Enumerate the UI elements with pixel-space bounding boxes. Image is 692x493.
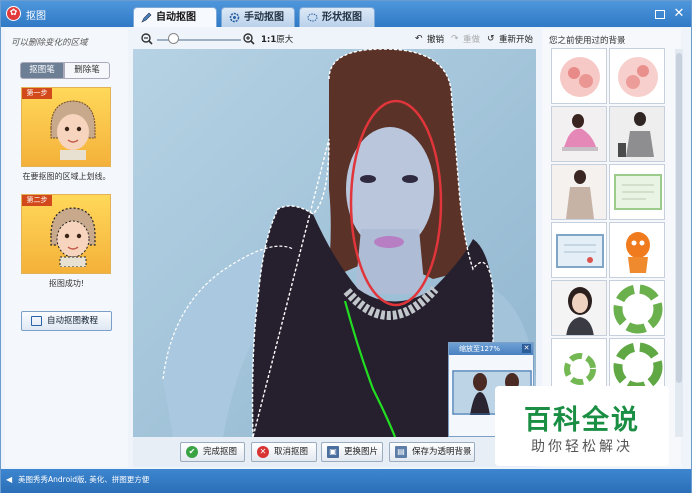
check-icon: ✔ — [186, 446, 198, 458]
baby-example-image — [50, 100, 96, 160]
woman-photo-image — [552, 107, 606, 161]
floral-background-image — [610, 49, 664, 103]
woman-photo-image — [552, 281, 606, 335]
watermark-subtitle: 助你轻松解决 — [531, 439, 633, 455]
change-label: 更换图片 — [344, 447, 379, 457]
ratio-text: 1:1 — [261, 35, 277, 45]
step1-card: 第一步 — [21, 87, 111, 167]
original-size-label: 原大 — [276, 35, 294, 45]
zoom-out-icon[interactable] — [141, 33, 153, 45]
gear-icon — [229, 12, 240, 23]
restart-label: 重新开始 — [499, 35, 534, 45]
zoom-preview-header: 缩放至127% ✕ — [449, 343, 533, 355]
zoom-preview-label: 缩放至127% — [459, 345, 501, 353]
background-thumb[interactable] — [609, 280, 665, 336]
canvas-toolbar: 1:1原大 ↶ 撤销 ↷ 重做 ↺ 重新开始 — [133, 29, 535, 49]
change-image-button[interactable]: ▣ 更换图片 — [321, 442, 383, 462]
background-thumb[interactable] — [551, 164, 607, 220]
tab-label: 形状抠图 — [322, 12, 362, 23]
certificate-image — [552, 223, 606, 277]
save-label: 保存为透明背景 — [412, 447, 472, 457]
action-bar: ✔ 完成抠图 ✕ 取消抠图 ▣ 更换图片 ▤ 保存为透明背景 — [133, 437, 536, 467]
cancel-cutout-button[interactable]: ✕ 取消抠图 — [251, 442, 317, 462]
zoom-in-icon[interactable] — [243, 33, 255, 45]
undo-label: 撤销 — [427, 35, 445, 45]
redo-button[interactable]: ↷ 重做 — [451, 33, 480, 45]
window-title: 抠图 — [26, 11, 46, 22]
cartoon-mascot-image — [610, 223, 664, 277]
background-thumb[interactable] — [551, 280, 607, 336]
photo-canvas[interactable]: 缩放至127% ✕ — [133, 49, 536, 437]
step2-card: 第二步 — [21, 194, 111, 274]
close-button[interactable]: ✕ — [672, 7, 686, 21]
app-logo-icon: ✿ — [6, 6, 21, 21]
background-thumb[interactable] — [551, 222, 607, 278]
scrollbar-thumb[interactable] — [676, 53, 682, 383]
floral-background-image — [552, 49, 606, 103]
hint-text: 可以删除变化的区域 — [11, 38, 88, 48]
background-thumb[interactable] — [551, 106, 607, 162]
title-bar: ✿ 抠图 自动抠图 手动抠图 形状抠图 ✕ — [1, 1, 691, 27]
pen-icon — [141, 12, 152, 23]
auto-cutout-tutorial-button[interactable]: 自动抠图教程 — [21, 311, 112, 331]
cutout-brush-button[interactable]: 抠图笔 — [20, 62, 64, 79]
background-thumb[interactable] — [609, 222, 665, 278]
finish-label: 完成抠图 — [203, 447, 238, 457]
zoom-slider-handle[interactable] — [168, 33, 180, 44]
background-thumb[interactable] — [609, 164, 665, 220]
undo-button[interactable]: ↶ 撤销 — [415, 33, 444, 45]
undo-icon: ↶ — [415, 34, 423, 44]
woman-photo-image — [610, 107, 664, 161]
original-size-button[interactable]: 1:1原大 — [261, 33, 293, 45]
restart-button[interactable]: ↺ 重新开始 — [487, 33, 533, 45]
book-icon — [31, 316, 42, 326]
background-panel-scrollbar[interactable] — [675, 49, 683, 437]
background-thumb[interactable] — [551, 48, 607, 104]
finish-cutout-button[interactable]: ✔ 完成抠图 — [180, 442, 245, 462]
maximize-button[interactable] — [655, 10, 665, 19]
background-thumb[interactable] — [609, 48, 665, 104]
certificate-image — [610, 165, 664, 219]
redo-label: 重做 — [463, 35, 481, 45]
tab-label: 自动抠图 — [156, 12, 196, 23]
restart-icon: ↺ — [487, 34, 495, 44]
tab-auto-cutout[interactable]: 自动抠图 — [133, 7, 217, 27]
green-swirl-image — [610, 281, 664, 335]
watermark-title: 百科全说 — [524, 405, 640, 436]
tab-shape-cutout[interactable]: 形状抠图 — [299, 7, 375, 27]
cancel-label: 取消抠图 — [274, 447, 309, 457]
step2-caption: 抠图成功! — [48, 279, 85, 288]
save-transparent-button[interactable]: ▤ 保存为透明背景 — [389, 442, 475, 462]
tab-label: 手动抠图 — [244, 12, 284, 23]
baby-result-image — [50, 207, 96, 267]
cancel-icon: ✕ — [257, 446, 269, 458]
tab-manual-cutout[interactable]: 手动抠图 — [221, 7, 295, 27]
shape-icon — [307, 13, 318, 22]
status-bar: ◀ 美图秀秀Android版, 美化、拼图更方便 — [1, 469, 691, 493]
cutout-window: ✿ 抠图 自动抠图 手动抠图 形状抠图 ✕ 可以删除变化的区域 抠图笔 删除笔 … — [0, 0, 692, 493]
tutorial-label: 自动抠图教程 — [47, 316, 99, 326]
step1-caption: 在要抠图的区域上划线。 — [22, 172, 111, 181]
eraser-brush-button[interactable]: 删除笔 — [64, 62, 110, 79]
status-message[interactable]: 美图秀秀Android版, 美化、拼图更方便 — [18, 474, 149, 485]
zoom-preview-close-icon[interactable]: ✕ — [522, 344, 531, 353]
save-icon: ▤ — [395, 446, 407, 458]
background-history-title: 您之前使用过的背景 — [549, 36, 626, 46]
watermark: 百科全说 助你轻松解决 — [495, 386, 669, 466]
woman-photo-image — [552, 165, 606, 219]
redo-icon: ↷ — [451, 34, 459, 44]
background-thumb[interactable] — [609, 106, 665, 162]
speaker-icon: ◀ — [6, 475, 13, 484]
left-panel: 可以删除变化的区域 抠图笔 删除笔 第一步 在要抠图的区域上划线。 第二步 抠图… — [5, 29, 128, 467]
image-icon: ▣ — [327, 446, 339, 458]
